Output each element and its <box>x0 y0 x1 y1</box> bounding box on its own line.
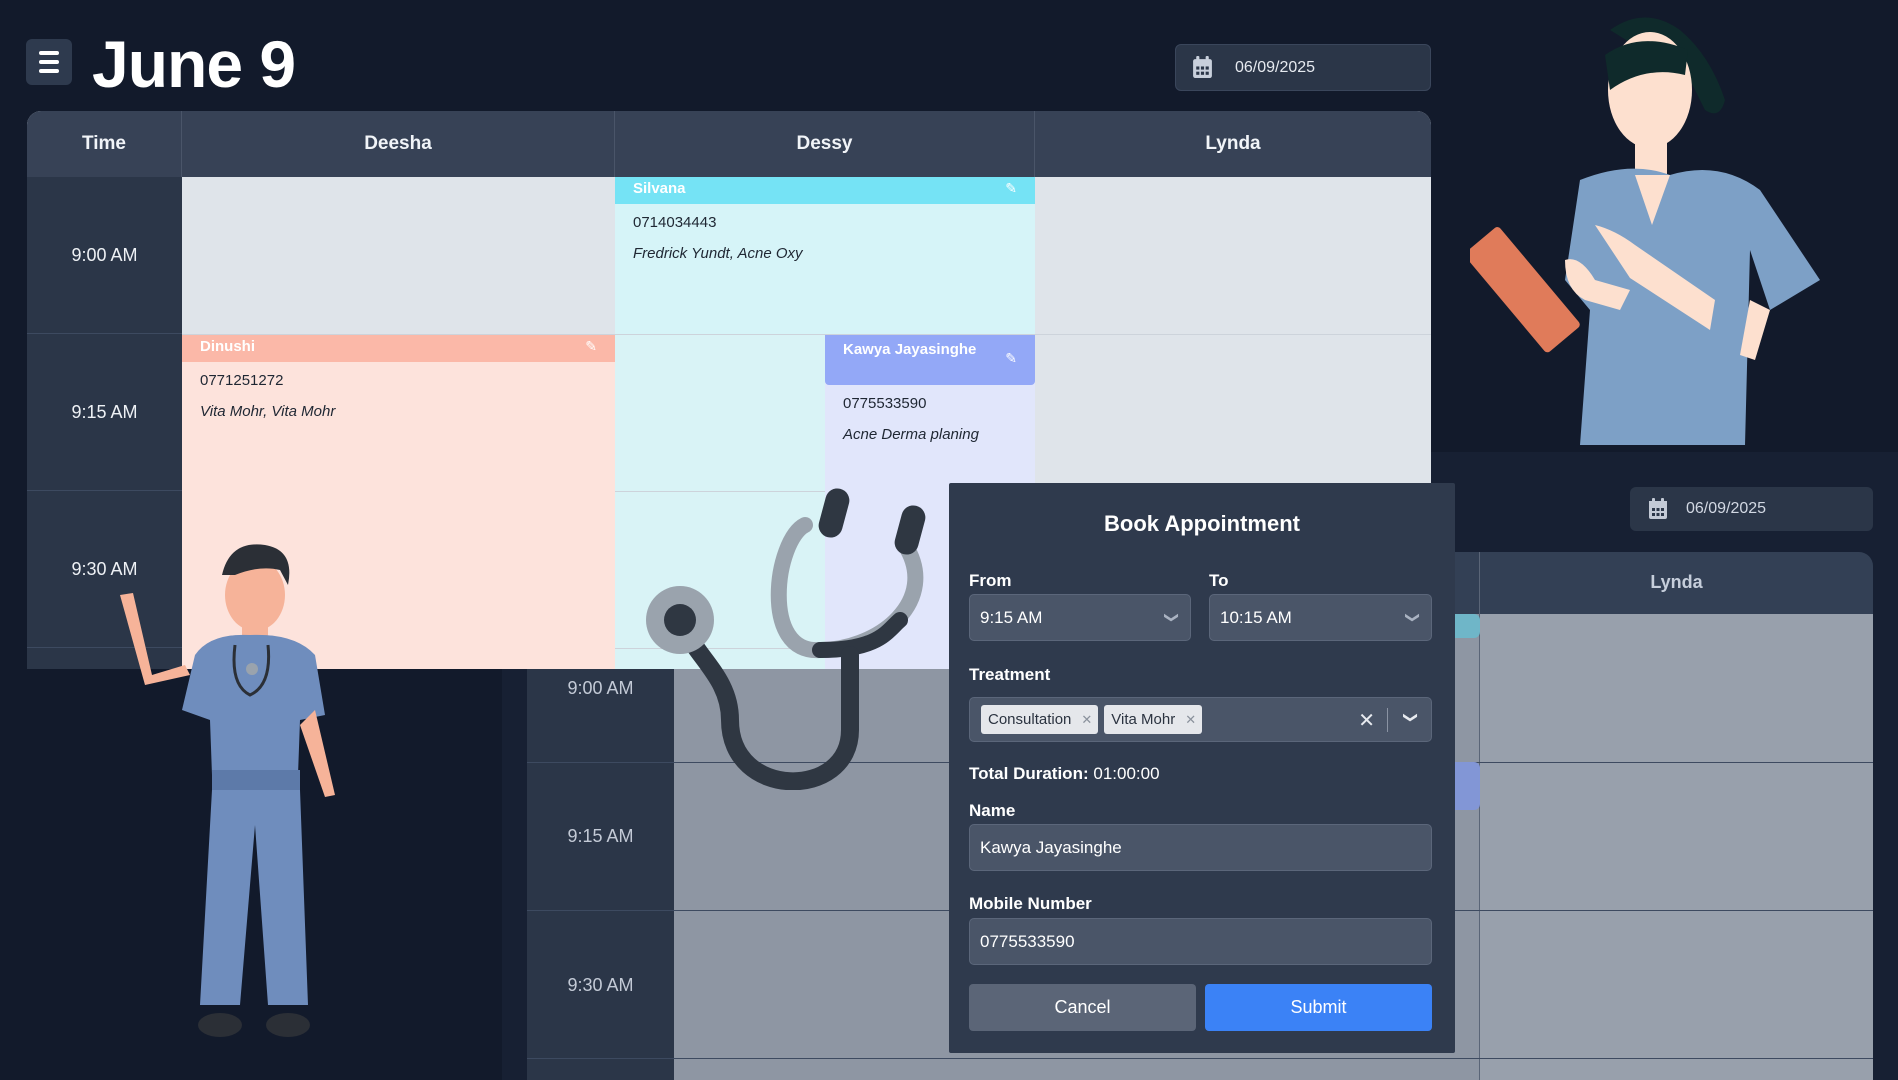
appointment-note: Vita Mohr, Vita Mohr <box>200 403 336 420</box>
page-title: June 9 <box>92 27 296 101</box>
stethoscope-illustration <box>646 488 926 790</box>
calendar-icon <box>1649 498 1667 519</box>
hamburger-icon-bar <box>39 69 59 73</box>
background-time-label: 9:30 AM <box>567 975 634 995</box>
column-header-deesha: Deesha <box>182 111 615 177</box>
time-slot-label: 9:00 AM <box>27 177 182 334</box>
chevron-down-icon[interactable]: ❯ <box>1403 712 1420 724</box>
edit-pencil-icon[interactable]: ✎ <box>585 338 597 355</box>
appointment-header: Silvana ✎ <box>615 177 1035 204</box>
treatment-tag-label: Consultation <box>988 711 1072 728</box>
appointment-header: Dinushi ✎ <box>182 335 615 362</box>
select-separator <box>1387 708 1388 732</box>
appointment-header: Kawya Jayasinghe ✎ <box>825 335 1035 385</box>
total-duration-value: 01:00:00 <box>1093 764 1160 783</box>
clear-all-icon[interactable]: ✕ <box>1358 708 1375 733</box>
modal-title: Book Appointment <box>1104 511 1300 536</box>
treatment-tag: Vita Mohr ✕ <box>1104 705 1203 734</box>
treatment-tag: Consultation ✕ <box>981 705 1099 734</box>
calendar-icon <box>1193 56 1212 78</box>
name-input[interactable]: Kawya Jayasinghe <box>969 824 1432 871</box>
time-slot-label: 9:15 AM <box>27 334 182 491</box>
appointment-phone: 0771251272 <box>200 372 284 389</box>
remove-tag-icon[interactable]: ✕ <box>1175 712 1202 728</box>
composite-screenshot: 06/09/2025 Lynda 9:00 AM 9:15 AM 9:30 AM… <box>0 0 1898 1080</box>
menu-button[interactable] <box>26 39 72 85</box>
mobile-input[interactable]: 0775533590 <box>969 918 1432 965</box>
column-header-dessy: Dessy <box>615 111 1035 177</box>
column-header-time: Time <box>27 111 182 177</box>
treatment-multiselect[interactable]: Consultation ✕ Vita Mohr ✕ ✕ ❯ <box>969 697 1432 742</box>
treatment-label: Treatment <box>969 665 1051 684</box>
appointment-name: Kawya Jayasinghe <box>843 341 977 358</box>
chevron-down-icon: ❯ <box>1405 611 1422 624</box>
appointment-card-silvana[interactable]: Silvana ✎ 0714034443 Fredrick Yundt, Acn… <box>615 177 1035 334</box>
appointment-phone: 0714034443 <box>633 214 717 231</box>
background-time-label: 9:15 AM <box>567 826 634 846</box>
from-select[interactable]: 9:15 AM ❯ <box>969 594 1191 641</box>
total-duration-label: Total Duration: <box>969 764 1089 783</box>
hamburger-icon-bar <box>39 60 59 64</box>
edit-pencil-icon[interactable]: ✎ <box>1005 350 1017 367</box>
remove-tag-icon[interactable]: ✕ <box>1071 712 1098 728</box>
mobile-label: Mobile Number <box>969 894 1092 913</box>
from-select-value: 9:15 AM <box>980 607 1043 627</box>
to-label: To <box>1209 571 1229 590</box>
background-date-picker[interactable]: 06/09/2025 <box>1630 487 1873 531</box>
chevron-down-icon: ❯ <box>1164 611 1181 624</box>
hamburger-icon-bar <box>39 51 59 55</box>
treatment-tag-label: Vita Mohr <box>1111 711 1176 728</box>
to-select-value: 10:15 AM <box>1220 607 1292 627</box>
column-header-lynda: Lynda <box>1205 133 1261 154</box>
appointment-name: Dinushi <box>200 338 255 355</box>
date-picker[interactable]: 06/09/2025 <box>1175 44 1431 91</box>
from-label: From <box>969 571 1012 590</box>
cancel-button[interactable]: Cancel <box>969 984 1196 1031</box>
background-header-lynda: Lynda <box>1650 572 1703 592</box>
background-lynda-column <box>1480 614 1873 1080</box>
male-nurse-illustration <box>120 544 335 1037</box>
appointment-name: Silvana <box>633 180 686 197</box>
total-duration: Total Duration: 01:00:00 <box>969 764 1160 784</box>
appointment-note: Fredrick Yundt, Acne Oxy <box>633 245 803 262</box>
to-select[interactable]: 10:15 AM ❯ <box>1209 594 1432 641</box>
edit-pencil-icon[interactable]: ✎ <box>1005 180 1017 197</box>
appointment-note: Acne Derma planing <box>843 426 979 443</box>
background-date-text: 06/09/2025 <box>1686 500 1767 517</box>
submit-button[interactable]: Submit <box>1205 984 1432 1031</box>
background-row-divider <box>527 1058 1873 1059</box>
book-appointment-modal: Book Appointment From 9:15 AM ❯ To 10:15… <box>949 483 1455 1053</box>
female-nurse-illustration <box>1470 17 1820 446</box>
date-picker-value: 06/09/2025 <box>1235 58 1316 76</box>
appointment-phone: 0775533590 <box>843 395 927 412</box>
schedule-header: Time Deesha Dessy Lynda <box>27 111 1431 177</box>
name-label: Name <box>969 801 1016 820</box>
